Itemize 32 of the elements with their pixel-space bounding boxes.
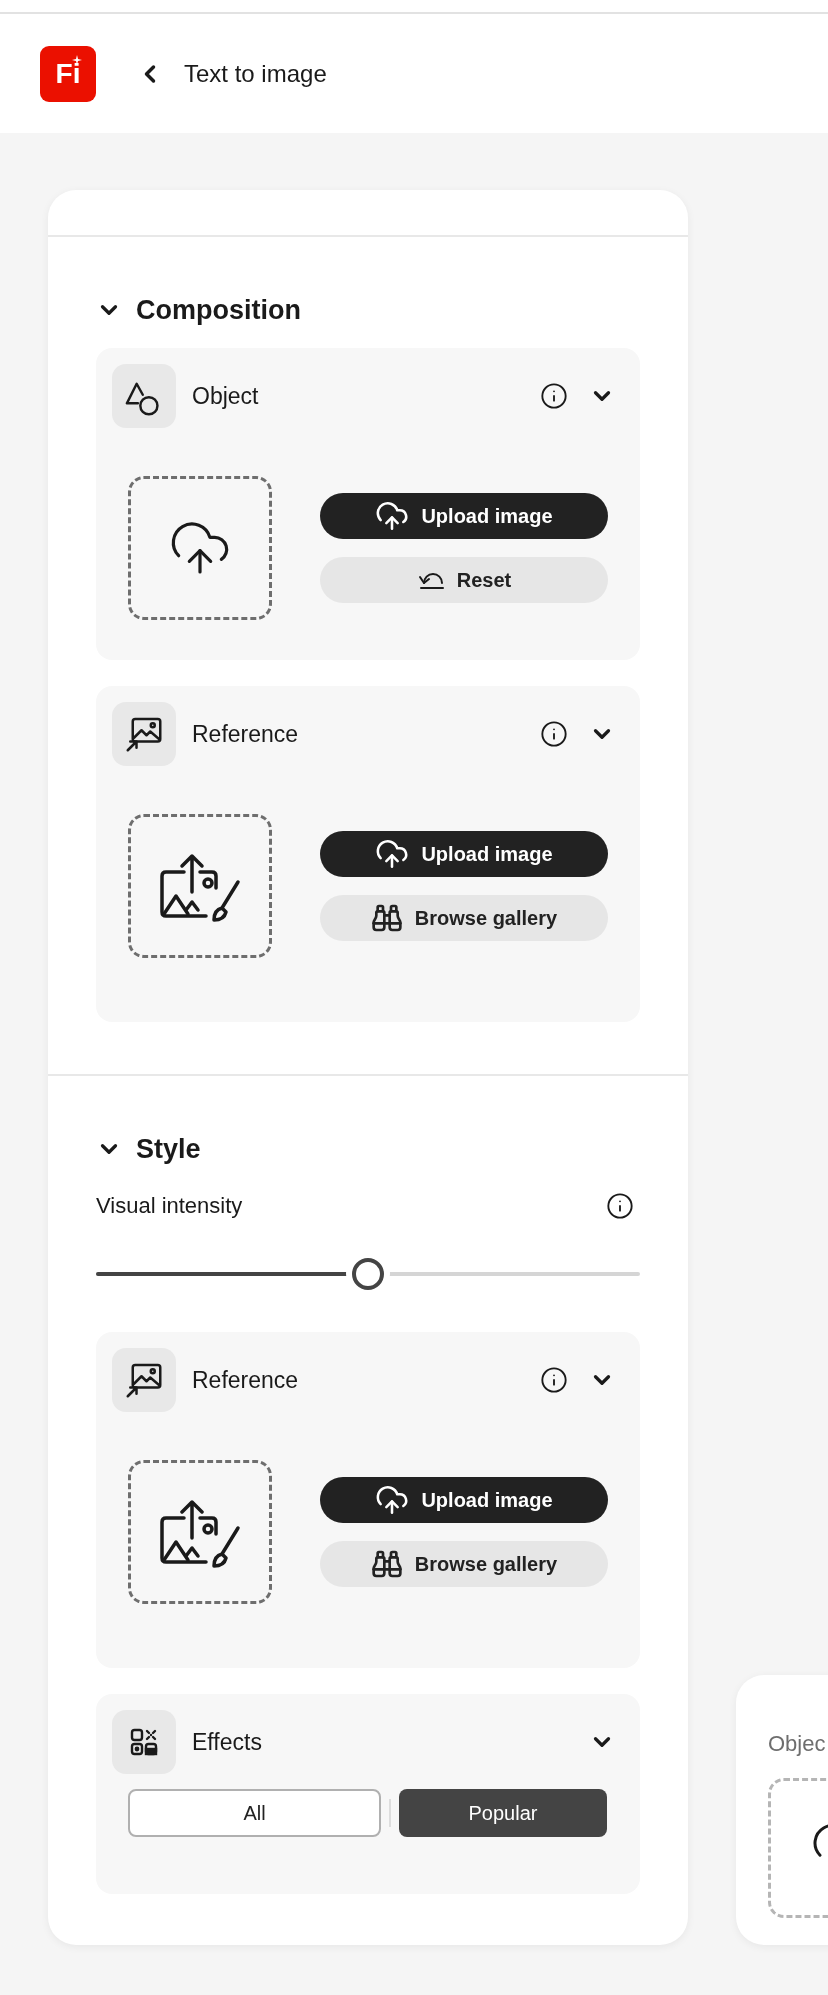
info-icon[interactable] [540, 720, 568, 748]
slider-label: Visual intensity [96, 1192, 243, 1220]
card-title: Reference [192, 719, 299, 749]
upload-image-button[interactable]: Upload image [320, 831, 608, 877]
upload-image-button[interactable]: Upload image [320, 1477, 608, 1523]
filter-tab[interactable]: All [128, 1789, 381, 1837]
card-title: Effects [192, 1727, 262, 1757]
upload-cloud-icon [375, 1483, 410, 1517]
card-label: Objec [768, 1730, 827, 1758]
binoculars-icon [370, 902, 403, 934]
section-toggle[interactable]: Style [96, 1129, 201, 1169]
info-icon[interactable] [606, 1191, 634, 1220]
page-title: Text to image [184, 58, 327, 89]
image-drop-zone[interactable] [128, 476, 272, 620]
info-icon[interactable] [540, 1366, 568, 1394]
upload-cloud-icon [375, 499, 410, 533]
section-toggle[interactable]: Composition [96, 290, 301, 330]
upload-image-button[interactable]: Upload image [320, 493, 608, 539]
upload-cloud-icon [375, 837, 410, 871]
browse-gallery-button[interactable]: Browse gallery [320, 895, 608, 941]
card-title: Reference [192, 1365, 299, 1395]
sparkle-icon [72, 54, 82, 65]
card-title: Object [192, 381, 259, 411]
binoculars-icon [370, 1548, 403, 1580]
filter-tab[interactable]: Popular [399, 1789, 607, 1837]
info-icon[interactable] [540, 382, 568, 410]
reset-button[interactable]: Reset [320, 557, 608, 603]
app-logo[interactable]: Fi [40, 45, 96, 102]
image-drop-zone[interactable] [128, 1460, 272, 1604]
image-drop-zone[interactable] [128, 814, 272, 958]
browse-gallery-button[interactable]: Browse gallery [320, 1541, 608, 1587]
grid-icon [129, 1727, 159, 1757]
